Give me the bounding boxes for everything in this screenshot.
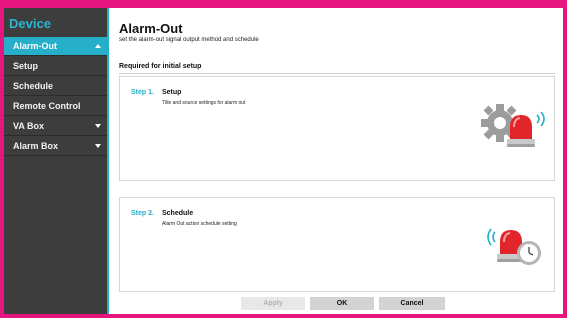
sidebar: Device Alarm-Out Setup Schedule Remote C… bbox=[4, 8, 109, 314]
step-setup-card[interactable]: Step 1. Setup Title and source settings … bbox=[119, 76, 555, 181]
page-subtitle: set the alarm-out signal output method a… bbox=[119, 37, 259, 43]
step-number: Step 2. bbox=[131, 210, 154, 217]
chevron-up-icon bbox=[93, 37, 103, 56]
button-bar: Apply OK Cancel bbox=[109, 297, 563, 314]
sidebar-item-schedule[interactable]: Schedule bbox=[4, 77, 107, 96]
sidebar-item-label: Alarm-Out bbox=[13, 41, 58, 51]
app-window: Device Alarm-Out Setup Schedule Remote C… bbox=[4, 8, 563, 314]
step-title: Setup bbox=[162, 89, 182, 96]
sidebar-item-label: VA Box bbox=[13, 121, 45, 131]
step-description: Alarm Out action schedule setting bbox=[162, 221, 237, 227]
sidebar-item-remote-control[interactable]: Remote Control bbox=[4, 97, 107, 116]
cancel-button[interactable]: Cancel bbox=[379, 297, 445, 310]
sidebar-item-alarm-out[interactable]: Alarm-Out bbox=[4, 37, 107, 56]
chevron-down-icon bbox=[93, 117, 103, 136]
apply-button[interactable]: Apply bbox=[241, 297, 305, 310]
sidebar-item-label: Remote Control bbox=[13, 101, 81, 111]
gear-alarm-light-icon bbox=[481, 104, 545, 147]
section-label: Required for initial setup bbox=[119, 63, 202, 70]
step-title: Schedule bbox=[162, 210, 194, 217]
sidebar-item-label: Alarm Box bbox=[13, 141, 59, 151]
step-number: Step 1. bbox=[131, 89, 154, 96]
sidebar-item-setup[interactable]: Setup bbox=[4, 57, 107, 76]
step-schedule-card[interactable]: Step 2. Schedule Alarm Out action schedu… bbox=[119, 197, 555, 292]
main-content: Alarm-Out set the alarm-out signal outpu… bbox=[109, 8, 563, 314]
ok-button[interactable]: OK bbox=[310, 297, 374, 310]
sidebar-title: Device bbox=[9, 16, 51, 31]
page-title: Alarm-Out bbox=[119, 21, 183, 36]
chevron-down-icon bbox=[93, 137, 103, 156]
sidebar-item-label: Setup bbox=[13, 61, 39, 71]
alarm-light-clock-icon bbox=[487, 228, 541, 265]
step-description: Title and source settings for alarm out bbox=[162, 100, 246, 106]
section-divider bbox=[119, 73, 555, 74]
sidebar-item-alarm-box[interactable]: Alarm Box bbox=[4, 137, 107, 156]
sidebar-item-label: Schedule bbox=[13, 81, 54, 91]
sidebar-item-va-box[interactable]: VA Box bbox=[4, 117, 107, 136]
